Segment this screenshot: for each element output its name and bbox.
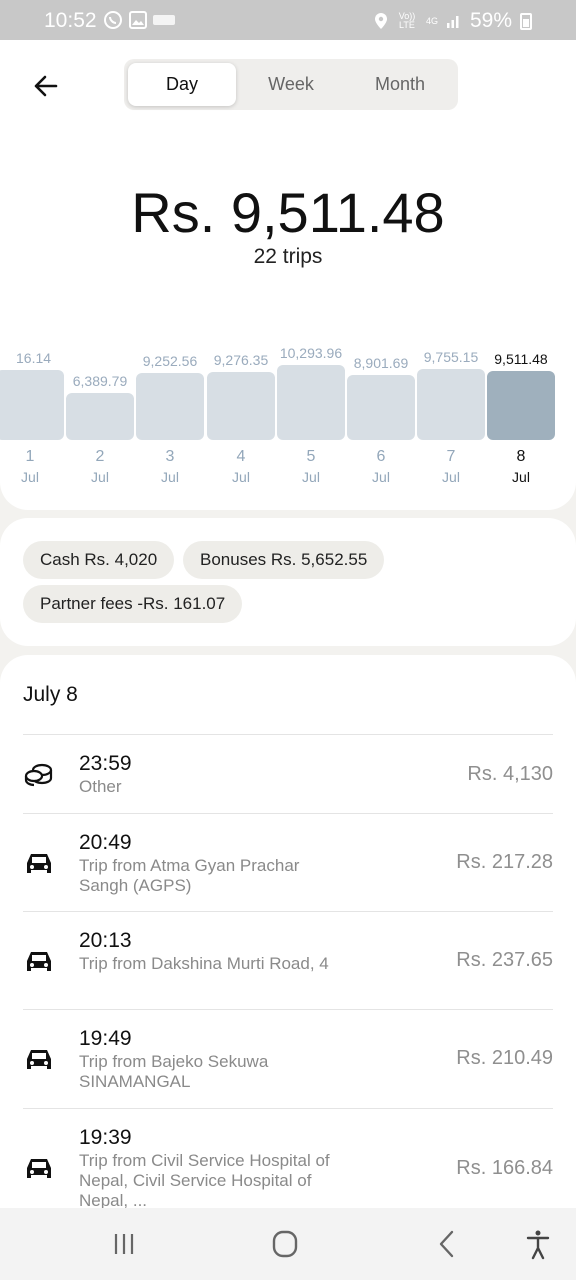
battery-percent: 59% [469,9,512,32]
accessibility-icon[interactable] [518,1226,558,1262]
list-item[interactable]: 23:59 Other Rs. 4,130 [23,734,553,813]
list-item[interactable]: 19:49 Trip from Bajeko Sekuwa SINAMANGAL… [23,1009,553,1108]
row-description: Trip from Atma Gyan Prachar Sangh (AGPS) [79,856,300,895]
row-time: 20:49 [79,831,132,854]
signal-icon [446,16,459,28]
chart-bar-column[interactable]: 10,293.96 5 Jul [277,340,345,530]
cash-chip[interactable]: Cash Rs. 4,020 [23,541,175,579]
chart-bar-column[interactable]: 16.14 1 Jul [0,340,64,530]
tab-day[interactable]: Day [128,63,236,106]
chart-bar[interactable] [207,372,275,440]
bar-day-label: 7 [446,448,456,465]
bar-month-label: Jul [302,469,320,485]
row-amount: Rs. 217.28 [456,851,553,873]
period-selector: Day Week Month [124,59,458,110]
location-icon [374,13,387,29]
bar-month-label: Jul [512,469,530,485]
bar-day-label: 6 [376,448,386,465]
car-icon [27,1159,51,1178]
list-item[interactable]: 20:49 Trip from Atma Gyan Prachar Sangh … [23,813,553,911]
row-description: Trip from Civil Service Hospital of Nepa… [79,1151,330,1210]
daily-earnings-chart: 16.14 1 Jul 6,389.79 2 Jul 9,252.56 3 Jul 9,276.3… [0,340,576,500]
chart-bar-column[interactable]: 9,755.15 7 Jul [417,340,485,530]
bar-value-label: 9,755.15 [423,349,479,365]
bar-day-label: 8 [516,448,526,465]
car-icon [27,952,51,971]
bar-month-label: Jul [161,469,179,485]
car-icon [27,854,51,873]
chart-bar[interactable] [277,365,345,440]
total-earnings: Rs. 9,511.48 [131,181,445,244]
status-bar: 10:52 Vo)) LTE 4G 59% [0,0,576,40]
earnings-summary-card: Day Week Month Rs. 9,511.48 22 trips 16.… [0,40,576,510]
bar-day-label: 1 [25,448,35,465]
bar-month-label: Jul [442,469,460,485]
chart-bar[interactable] [417,369,485,440]
home-icon[interactable] [265,1226,305,1262]
bar-value-label: 9,511.48 [494,351,548,367]
bar-month-label: Jul [372,469,390,485]
app-icon [153,15,175,25]
row-amount: Rs. 166.84 [456,1157,553,1179]
recents-icon[interactable] [104,1226,144,1262]
chart-bar[interactable] [347,375,415,440]
gallery-icon [129,11,147,29]
trip-count: 22 trips [253,245,323,268]
bar-value-label: 16.14 [16,350,52,366]
row-amount: Rs. 210.49 [456,1047,553,1069]
bar-month-label: Jul [21,469,39,485]
tab-week[interactable]: Week [237,63,345,106]
bonuses-chip[interactable]: Bonuses Rs. 5,652.55 [183,541,385,579]
bar-day-label: 3 [165,448,175,465]
bar-value-label: 6,389.79 [72,373,128,389]
chart-bar[interactable] [66,393,134,440]
chart-bar-column[interactable]: 9,276.35 4 Jul [207,340,275,530]
coins-icon [24,763,53,787]
row-description: Trip from Dakshina Murti Road, 4 [79,954,329,973]
row-description: Trip from Bajeko Sekuwa SINAMANGAL [79,1052,269,1091]
chart-bar[interactable] [0,370,64,440]
tab-month[interactable]: Month [346,63,454,106]
bar-month-label: Jul [91,469,109,485]
bar-value-label: 10,293.96 [279,345,343,361]
row-time: 23:59 [79,752,132,775]
bar-day-label: 5 [306,448,316,465]
arrow-left-icon [34,75,58,97]
bar-value-label: 9,252.56 [142,353,198,369]
status-time: 10:52 [44,9,97,32]
bar-day-label: 4 [236,448,246,465]
row-time: 19:39 [79,1126,132,1149]
row-time: 19:49 [79,1027,132,1050]
list-item[interactable]: 20:13 Trip from Dakshina Murti Road, 4 R… [23,911,553,1009]
chart-bar-column[interactable]: 9,252.56 3 Jul [136,340,204,530]
back-button[interactable] [28,68,64,104]
list-item[interactable]: 19:39 Trip from Civil Service Hospital o… [23,1108,553,1215]
row-amount: Rs. 4,130 [467,763,553,785]
battery-icon [520,12,532,30]
bar-value-label: 9,276.35 [213,352,269,368]
chart-bar[interactable] [136,373,204,440]
bar-day-label: 2 [95,448,105,465]
system-nav-bar [0,1208,576,1280]
row-description: Other [79,777,122,796]
bar-value-label: 8,901.69 [353,355,409,371]
breakdown-card: Cash Rs. 4,020 Bonuses Rs. 5,652.55 Part… [0,518,576,646]
bar-month-label: Jul [232,469,250,485]
row-amount: Rs. 237.65 [456,949,553,971]
volte-indicator: Vo)) LTE [398,11,416,30]
back-icon[interactable] [428,1226,468,1262]
chart-bar[interactable] [487,371,555,440]
row-time: 20:13 [79,929,132,952]
chart-bar-column[interactable]: 8,901.69 6 Jul [347,340,415,530]
list-date-heading: July 8 [23,683,78,706]
chart-bar-column[interactable]: 6,389.79 2 Jul [66,340,134,530]
chart-bar-column[interactable]: 9,511.48 8 Jul [487,340,555,530]
partner-fees-chip[interactable]: Partner fees -Rs. 161.07 [23,585,243,623]
transactions-list: July 8 23:59 Other Rs. 4,130 20:49 Trip … [0,655,576,1215]
car-icon [27,1050,51,1069]
network-type: 4G [425,15,438,26]
whatsapp-icon [104,11,122,29]
